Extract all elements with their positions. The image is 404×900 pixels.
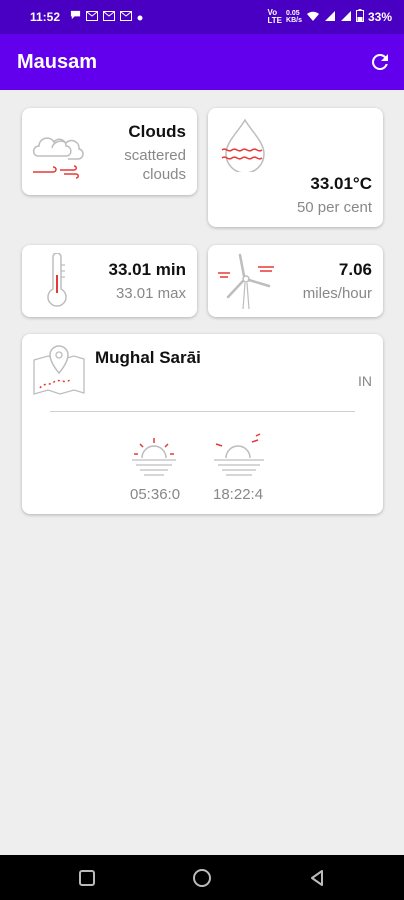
mail-icon	[103, 10, 115, 24]
sunrise-icon	[132, 438, 176, 476]
data-rate-text: 0.05 KB/s	[286, 10, 302, 24]
sunset-time: 18:22:4	[213, 486, 264, 503]
battery-percent: 33%	[367, 10, 392, 24]
humidity-value: 50 per cent	[296, 199, 372, 216]
sunrise-time: 05:36:0	[130, 486, 181, 503]
signal-icon	[340, 10, 352, 25]
back-triangle-icon	[311, 870, 323, 886]
notification-icons	[70, 9, 143, 24]
mail-icon	[86, 10, 98, 24]
home-circle-icon	[193, 869, 211, 887]
water-drop-icon	[221, 118, 265, 172]
temp-max: 33.01 max	[115, 285, 186, 302]
wind-turbine-icon	[218, 253, 274, 310]
map-pin-icon	[33, 345, 85, 395]
battery-icon	[355, 9, 364, 25]
status-bar: 11:52 Vo LTE 0.05 KB/s 33%	[0, 0, 404, 34]
refresh-icon	[372, 53, 388, 70]
wind-card: 7.06 miles/hour	[208, 245, 383, 317]
country-code: IN	[358, 373, 372, 389]
status-time: 11:52	[30, 10, 61, 24]
signal-icon	[324, 10, 336, 25]
min-max-card: 33.01 min 33.01 max	[22, 245, 197, 317]
cloud-wind-icon	[32, 137, 84, 179]
recents-square-icon	[79, 870, 95, 886]
home-button[interactable]	[191, 867, 213, 889]
weather-desc-line2: clouds	[142, 166, 186, 183]
chat-bubble-icon	[70, 9, 81, 24]
location-card: Mughal Sarāi IN 05:36:0 18:22:4	[22, 334, 383, 514]
divider	[50, 411, 355, 412]
humidity-card: 33.01°C 50 per cent	[208, 108, 383, 227]
dot-icon	[137, 10, 143, 24]
temp-min: 33.01 min	[108, 260, 187, 279]
weather-desc-line1: scattered	[124, 147, 186, 164]
app-bar: Mausam	[0, 34, 404, 90]
city-name: Mughal Sarāi	[95, 348, 201, 367]
recents-button[interactable]	[76, 867, 98, 889]
system-icons: Vo LTE 0.05 KB/s 33%	[268, 9, 393, 25]
thermometer-icon	[47, 253, 67, 307]
back-button[interactable]	[306, 867, 328, 889]
clouds-card: Clouds scattered clouds	[22, 108, 197, 195]
app-title: Mausam	[17, 51, 98, 73]
wind-unit: miles/hour	[302, 285, 372, 302]
volte-icon: Vo LTE	[267, 8, 283, 25]
wifi-icon	[306, 10, 320, 25]
wind-speed: 7.06	[338, 260, 372, 279]
navigation-bar	[0, 855, 404, 900]
current-temperature: 33.01°C	[310, 174, 372, 193]
mail-icon	[120, 10, 132, 24]
sunset-icon	[214, 433, 264, 476]
weather-title: Clouds	[128, 122, 186, 141]
refresh-button[interactable]	[368, 50, 392, 74]
